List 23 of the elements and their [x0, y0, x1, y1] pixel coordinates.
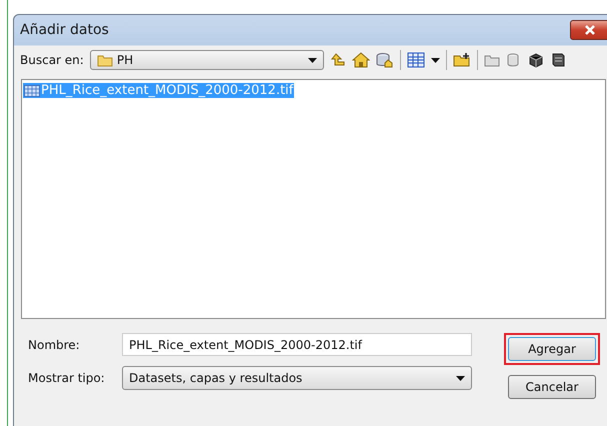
box-icon[interactable] [528, 52, 544, 68]
up-arrow-icon[interactable] [330, 52, 346, 68]
raster-icon [24, 84, 40, 96]
server-icon[interactable] [550, 52, 566, 68]
close-icon [583, 24, 597, 36]
name-label: Nombre: [28, 338, 81, 352]
name-field[interactable]: PHL_Rice_extent_MODIS_2000-2012.tif [122, 333, 472, 356]
home-icon[interactable] [352, 52, 370, 68]
window-title: Añadir datos [20, 22, 109, 38]
caret-icon [456, 376, 465, 380]
folder-icon [96, 54, 113, 66]
location-dropdown[interactable]: PH [90, 50, 324, 70]
location-label: Buscar en: [20, 53, 84, 67]
dialog-button[interactable]: Agregar [508, 337, 596, 361]
type-label: Mostrar tipo: [28, 371, 106, 385]
folder-plus-icon[interactable] [452, 52, 471, 68]
database-icon[interactable] [376, 52, 394, 68]
type-dropdown[interactable]: Datasets, capas y resultados [122, 366, 472, 390]
caret-icon [308, 58, 317, 62]
dialog-button[interactable]: Cancelar [508, 375, 596, 399]
caret-icon[interactable] [430, 58, 440, 62]
close-button[interactable] [570, 20, 607, 40]
table-view-icon[interactable] [406, 52, 425, 68]
